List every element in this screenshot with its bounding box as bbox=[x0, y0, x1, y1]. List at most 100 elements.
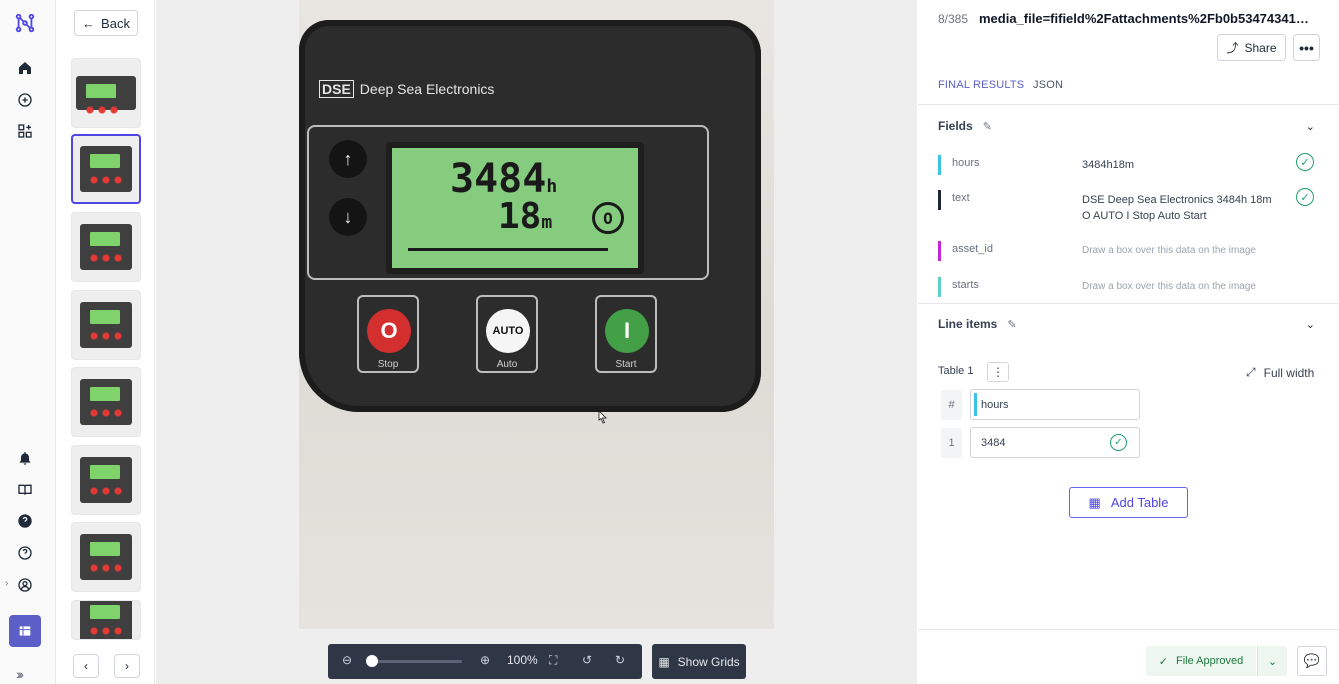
lcd-display: 3484h 18m O bbox=[386, 142, 644, 274]
table-menu-button[interactable]: ⋮ bbox=[987, 362, 1009, 382]
check-circle-icon[interactable]: ✓ bbox=[1110, 434, 1127, 451]
zoom-out-icon[interactable]: ⊖ bbox=[342, 653, 352, 667]
brand-name: Deep Sea Electronics bbox=[359, 81, 495, 97]
column-color-bar bbox=[974, 393, 977, 416]
stop-key-label: Stop bbox=[377, 359, 399, 370]
mouse-cursor-icon bbox=[598, 410, 607, 424]
field-row[interactable]: text DSE Deep Sea Electronics 3484h 18m … bbox=[938, 188, 1318, 226]
show-grids-label: Show Grids bbox=[677, 654, 740, 669]
field-name: hours bbox=[952, 157, 980, 169]
add-table-button[interactable]: ▦ Add Table bbox=[1069, 487, 1188, 518]
field-row[interactable]: asset_id Draw a box over this data on th… bbox=[938, 241, 1318, 261]
controller-panel: DSE Deep Sea Electronics ↑ ↓ 3484h 18m O… bbox=[299, 20, 761, 412]
logo-icon[interactable] bbox=[12, 10, 38, 36]
edit-pencil-icon[interactable]: ✎ bbox=[1007, 318, 1016, 331]
expand-chevron-icon[interactable]: › bbox=[5, 578, 8, 589]
page-thumbnail[interactable] bbox=[71, 367, 141, 437]
home-icon[interactable] bbox=[12, 55, 38, 81]
lcd-minutes: 18m bbox=[498, 196, 553, 237]
field-name: text bbox=[952, 192, 970, 204]
field-value-hint: Draw a box over this data on the image bbox=[1082, 245, 1256, 256]
image-viewer[interactable]: DSE Deep Sea Electronics ↑ ↓ 3484h 18m O… bbox=[156, 0, 917, 684]
table-title: Table 1 bbox=[938, 365, 974, 377]
page-thumbnail[interactable] bbox=[71, 290, 141, 360]
zoom-slider-handle[interactable] bbox=[366, 655, 378, 667]
approved-dropdown-button[interactable]: ⌄ bbox=[1257, 646, 1287, 676]
help-outline-icon[interactable] bbox=[12, 540, 38, 566]
field-name: starts bbox=[952, 279, 979, 291]
fit-screen-icon[interactable]: ⛶ bbox=[549, 653, 557, 668]
back-button[interactable]: ← Back bbox=[74, 10, 138, 36]
chevron-down-icon[interactable]: ⌄ bbox=[1306, 318, 1315, 331]
field-color-bar bbox=[938, 241, 941, 261]
add-circle-icon[interactable] bbox=[12, 87, 38, 113]
table-icon[interactable] bbox=[9, 615, 41, 647]
page-thumbnail[interactable] bbox=[71, 58, 141, 128]
divider bbox=[918, 104, 1339, 105]
more-options-button[interactable]: ••• bbox=[1293, 34, 1320, 61]
bell-icon[interactable] bbox=[12, 445, 38, 471]
add-table-label: Add Table bbox=[1110, 495, 1169, 510]
results-panel: 8/385 media_file=fifield%2Fattachments%2… bbox=[918, 0, 1339, 684]
line-items-header[interactable]: Line items ✎ bbox=[938, 317, 1017, 331]
collapse-sidebar-icon[interactable]: ››› bbox=[16, 666, 24, 682]
page-thumbnail[interactable] bbox=[71, 600, 141, 640]
field-row[interactable]: starts Draw a box over this data on the … bbox=[938, 277, 1318, 297]
fields-title: Fields bbox=[938, 119, 973, 133]
stop-key: O Stop bbox=[357, 295, 419, 373]
share-label: Share bbox=[1244, 40, 1277, 55]
share-button[interactable]: ⤴ Share bbox=[1217, 34, 1286, 61]
zoom-slider[interactable] bbox=[370, 660, 462, 663]
file-approved-label: File Approved bbox=[1175, 655, 1244, 667]
table-cell[interactable]: 3484 ✓ bbox=[970, 427, 1140, 458]
comments-button[interactable]: 💬 bbox=[1297, 646, 1327, 676]
field-row[interactable]: hours 3484h18m ✓ bbox=[938, 153, 1318, 175]
fields-header[interactable]: Fields ✎ bbox=[938, 119, 992, 133]
field-color-bar bbox=[938, 190, 941, 210]
user-circle-icon[interactable] bbox=[12, 572, 38, 598]
comment-icon: 💬 bbox=[1303, 653, 1321, 668]
page-thumbnail[interactable] bbox=[71, 522, 141, 592]
table-cell-value: 3484 bbox=[981, 436, 1006, 449]
table-column-header[interactable]: hours bbox=[970, 389, 1140, 420]
rotate-left-icon[interactable]: ↺ bbox=[582, 653, 592, 667]
table-header-index: # bbox=[941, 390, 962, 420]
file-approved-button[interactable]: ✓ File Approved bbox=[1146, 646, 1256, 676]
chevron-down-icon[interactable]: ⌄ bbox=[1306, 120, 1315, 133]
field-value-hint: Draw a box over this data on the image bbox=[1082, 281, 1256, 292]
full-width-button[interactable]: ⤢ Full width bbox=[1246, 365, 1314, 380]
start-key-label: Start bbox=[615, 359, 637, 370]
previous-page-button[interactable]: ‹ bbox=[73, 654, 99, 678]
document-filename: media_file=fifield%2Fattachments%2Fb0b53… bbox=[979, 11, 1309, 26]
check-circle-icon[interactable]: ✓ bbox=[1296, 188, 1314, 206]
arrow-up-icon: ↑ bbox=[329, 140, 367, 178]
document-image[interactable]: DSE Deep Sea Electronics ↑ ↓ 3484h 18m O… bbox=[299, 0, 774, 629]
expand-icon: ⤢ bbox=[1246, 365, 1256, 379]
page-thumbnail-selected[interactable] bbox=[71, 134, 141, 204]
grid-add-icon[interactable] bbox=[12, 118, 38, 144]
check-circle-icon[interactable]: ✓ bbox=[1296, 153, 1314, 171]
help-solid-icon[interactable] bbox=[12, 508, 38, 534]
tab-final-results[interactable]: FINAL RESULTS bbox=[938, 79, 1024, 91]
start-key: I Start bbox=[595, 295, 657, 373]
zoom-in-icon[interactable]: ⊕ bbox=[480, 653, 490, 667]
book-icon[interactable] bbox=[12, 477, 38, 503]
page-thumbnail[interactable] bbox=[71, 212, 141, 282]
viewer-toolbar: ⊖ ⊕ 100% ⛶ ↺ ↻ bbox=[328, 644, 642, 679]
page-thumbnail[interactable] bbox=[71, 445, 141, 515]
edit-pencil-icon[interactable]: ✎ bbox=[983, 120, 992, 133]
table-row-index: 1 bbox=[941, 428, 962, 458]
field-name: asset_id bbox=[952, 243, 993, 255]
lcd-state-icon: O bbox=[592, 202, 624, 234]
show-grids-button[interactable]: ▦ Show Grids bbox=[652, 644, 746, 679]
thumbnail-panel: ← Back ‹ › bbox=[57, 0, 155, 684]
field-value: DSE Deep Sea Electronics 3484h 18m O AUT… bbox=[1082, 194, 1272, 222]
rotate-right-icon[interactable]: ↻ bbox=[615, 653, 625, 667]
start-key-symbol: I bbox=[605, 309, 649, 353]
lcd-line bbox=[408, 248, 608, 251]
chevron-left-icon: ‹ bbox=[84, 659, 88, 673]
grid-icon: ▦ bbox=[658, 654, 670, 669]
field-color-bar bbox=[938, 277, 941, 297]
tab-json[interactable]: JSON bbox=[1033, 79, 1063, 91]
next-page-button[interactable]: › bbox=[114, 654, 140, 678]
